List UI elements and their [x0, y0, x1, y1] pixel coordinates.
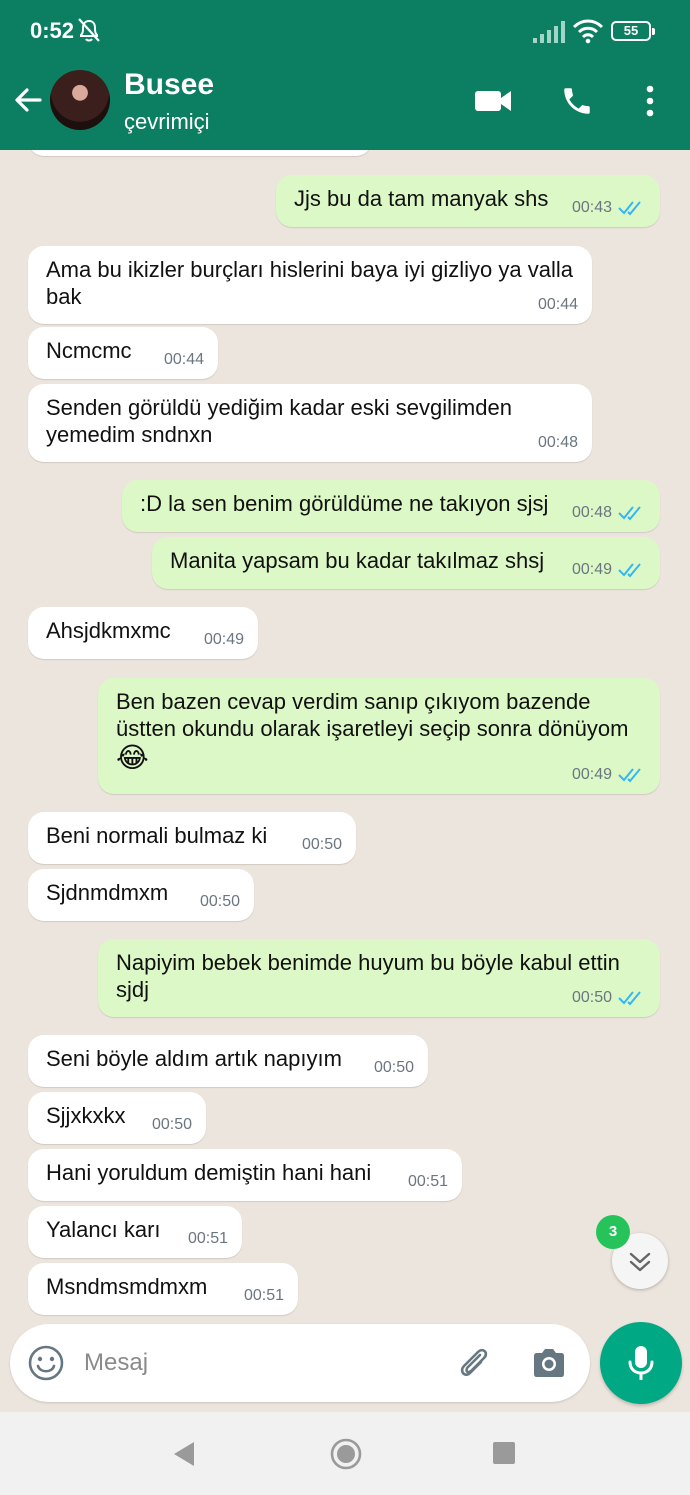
message-bubble[interactable]: Jjs bu da tam manyak shs 00:43: [276, 175, 660, 227]
signal-icon: [533, 21, 565, 43]
contact-status: çevrimiçi: [124, 109, 210, 134]
chat-header: 0:52 55 Busee çevrimiçi: [0, 0, 690, 150]
read-ticks-icon: [618, 990, 641, 1005]
more-options-icon[interactable]: [640, 84, 660, 118]
back-arrow-icon[interactable]: [12, 84, 44, 116]
message-bubble[interactable]: Ncmcmc 00:44: [28, 327, 218, 379]
video-call-icon[interactable]: [474, 88, 512, 114]
contact-name[interactable]: Busee: [124, 68, 214, 102]
laughing-emoji: 😂: [116, 742, 149, 773]
message-text: Napiyim bebek benimde huyum bu böyle kab…: [116, 950, 626, 1002]
read-ticks-icon: [618, 562, 641, 577]
message-bubble[interactable]: Senden görüldü yediğim kadar eski sevgil…: [28, 384, 592, 462]
message-bubble[interactable]: Msndmsmdmxm 00:51: [28, 1263, 298, 1315]
mute-icon: [78, 18, 100, 42]
message-text: Ben bazen cevap verdim sanıp çıkıyom baz…: [116, 689, 629, 741]
message-time: 00:49: [203, 631, 244, 648]
message-bubble[interactable]: Sjdnmdmxm 00:50: [28, 869, 254, 921]
message-bubble[interactable]: Beni normali bulmaz ki 00:50: [28, 812, 356, 864]
message-time: 00:43: [571, 199, 612, 216]
message-time: 00:49: [571, 766, 612, 783]
message-bubble[interactable]: Ahsjdkmxmc 00:49: [28, 607, 258, 659]
message-time: 00:50: [571, 989, 612, 1006]
message-time: 00:48: [537, 434, 578, 451]
emoji-icon[interactable]: [26, 1343, 66, 1383]
message-time: 00:48: [571, 504, 612, 521]
message-time: 00:44: [163, 351, 204, 368]
message-time: 00:51: [407, 1173, 448, 1190]
message-bubble[interactable]: :D la sen benim görüldüme ne takıyon sjs…: [122, 480, 660, 532]
avatar[interactable]: [50, 70, 110, 130]
message-time: 00:50: [301, 836, 342, 853]
message-text: Senden görüldü yediğim kadar eski sevgil…: [46, 395, 519, 447]
attach-icon[interactable]: [454, 1344, 492, 1382]
unread-count-badge: 3: [596, 1215, 630, 1249]
message-text: Seni böyle aldım artık napıyım: [46, 1046, 342, 1071]
message-input[interactable]: [84, 1344, 424, 1382]
message-time: 00:49: [571, 561, 612, 578]
message-text: Ama bu ikizler burçları hislerini baya i…: [46, 257, 580, 309]
wifi-icon: [572, 19, 604, 44]
status-time: 0:52: [30, 18, 75, 43]
system-nav-bar: [0, 1412, 690, 1495]
status-bar: 0:52 55: [0, 0, 690, 62]
mic-icon: [628, 1346, 654, 1380]
nav-home-icon[interactable]: [330, 1438, 362, 1470]
message-composer: [10, 1324, 590, 1402]
message-text: :D la sen benim görüldüme ne takıyon sjs…: [140, 491, 549, 516]
message-time: 00:50: [373, 1059, 414, 1076]
message-time: 00:44: [537, 296, 578, 313]
double-chevron-down-icon: [629, 1252, 651, 1272]
message-bubble[interactable]: Ama bu ikizler burçları hislerini baya i…: [28, 246, 592, 324]
message-bubble[interactable]: Sjjxkxkx 00:50: [28, 1092, 206, 1144]
read-ticks-icon: [618, 767, 641, 782]
nav-recents-icon[interactable]: [493, 1442, 515, 1464]
message-bubble-partial: [28, 150, 372, 156]
read-ticks-icon: [618, 505, 641, 520]
message-bubble[interactable]: Yalancı karı 00:51: [28, 1206, 242, 1258]
message-time: 00:50: [199, 893, 240, 910]
voice-call-icon[interactable]: [560, 84, 594, 118]
read-ticks-icon: [618, 200, 641, 215]
message-time: 00:51: [187, 1230, 228, 1247]
message-bubble[interactable]: Ben bazen cevap verdim sanıp çıkıyom baz…: [98, 678, 660, 794]
message-bubble[interactable]: Manita yapsam bu kadar takılmaz shsj 00:…: [152, 537, 660, 589]
message-text: Beni normali bulmaz ki: [46, 823, 268, 848]
nav-back-icon[interactable]: [172, 1440, 196, 1468]
message-bubble[interactable]: Napiyim bebek benimde huyum bu böyle kab…: [98, 939, 660, 1017]
mic-button[interactable]: [600, 1322, 682, 1404]
message-bubble[interactable]: Hani yoruldum demiştin hani hani 00:51: [28, 1149, 462, 1201]
message-text: Hani yoruldum demiştin hani hani: [46, 1160, 372, 1185]
message-time: 00:51: [243, 1287, 284, 1304]
battery-icon: 55: [611, 21, 655, 41]
message-bubble[interactable]: Seni böyle aldım artık napıyım 00:50: [28, 1035, 428, 1087]
camera-icon[interactable]: [530, 1344, 568, 1382]
message-time: 00:50: [151, 1116, 192, 1133]
chat-messages[interactable]: Jjs bu da tam manyak shs 00:43 Ama bu ik…: [0, 150, 690, 1320]
